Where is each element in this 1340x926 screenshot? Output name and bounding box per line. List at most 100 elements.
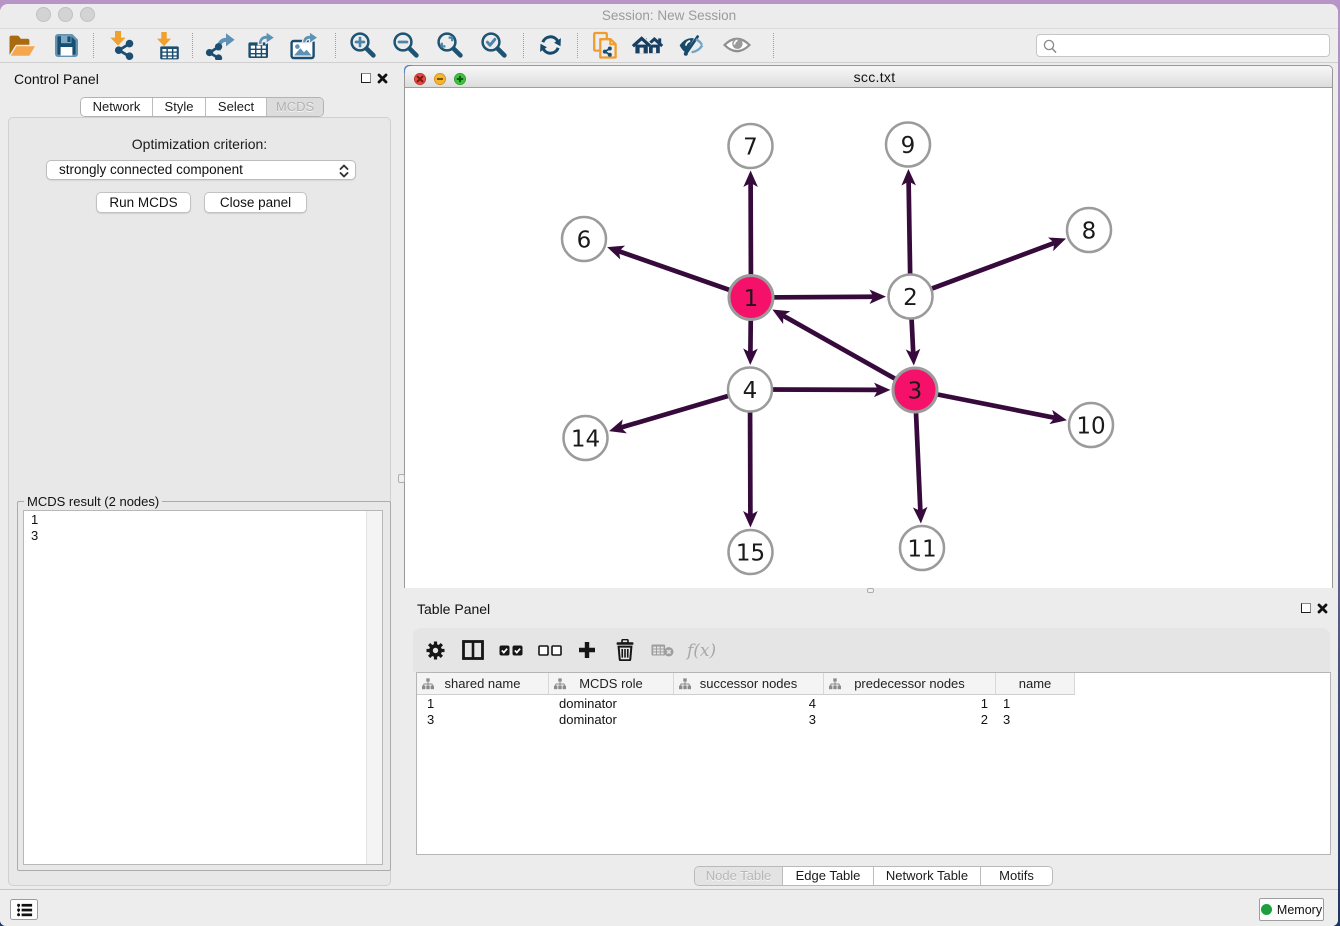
application-window: Session: New Session	[0, 4, 1338, 926]
function-builder-button: f(x)	[682, 628, 718, 672]
run-mcds-button[interactable]: Run MCDS	[96, 192, 191, 213]
delete-column-button[interactable]	[607, 628, 643, 672]
zoom-fit-icon	[436, 31, 464, 59]
graph-node-label-14: 14	[571, 426, 600, 452]
control-panel-close-icon[interactable]	[377, 73, 388, 84]
tab-node-table[interactable]: Node Table	[695, 867, 783, 885]
apply-layout-button[interactable]	[532, 29, 568, 61]
control-panel-float-icon[interactable]	[361, 73, 371, 83]
toolbar-separator	[577, 33, 578, 58]
optimization-criterion-label: Optimization criterion:	[9, 136, 390, 152]
graph-node-label-6: 6	[577, 227, 592, 253]
toolbar-separator	[773, 33, 774, 58]
add-column-button[interactable]	[569, 628, 605, 672]
select-all-columns-button[interactable]	[493, 628, 529, 672]
toolbar-separator	[93, 33, 94, 58]
table-panel: Table Panel f(x) shared name MCDS role	[404, 596, 1333, 889]
column-header-name[interactable]: name	[996, 673, 1075, 694]
mcds-result-textarea[interactable]: 1 3	[23, 510, 383, 865]
network-canvas[interactable]: 7968124314101511	[405, 88, 1332, 588]
status-bar: Memory	[0, 889, 1338, 926]
columns-icon	[462, 640, 484, 660]
hide-detail-button[interactable]	[673, 29, 709, 61]
network-window-titlebar: scc.txt	[405, 66, 1332, 88]
unselect-all-columns-button[interactable]	[532, 628, 568, 672]
graph-node-label-10: 10	[1076, 413, 1105, 439]
dropdown-value: strongly connected component	[59, 161, 243, 179]
control-panel-title: Control Panel	[14, 71, 99, 87]
import-network-icon	[108, 30, 136, 60]
close-panel-button[interactable]: Close panel	[204, 192, 307, 213]
export-image-button[interactable]	[286, 29, 322, 61]
table-panel-close-icon[interactable]	[1317, 603, 1328, 614]
zoom-fit-button[interactable]	[432, 29, 468, 61]
window-title: Session: New Session	[0, 4, 1338, 27]
zoom-out-button[interactable]	[388, 29, 424, 61]
network-view-window: scc.txt 7968124314101511	[404, 65, 1333, 588]
cell-shared-name: 3	[417, 712, 549, 728]
eye-slash-icon	[678, 34, 705, 57]
graph-node-label-11: 11	[907, 536, 936, 562]
graph-node-label-9: 9	[901, 133, 916, 159]
table-row-1[interactable]: 3dominator323	[417, 712, 1075, 728]
cell-shared-name: 1	[417, 696, 549, 712]
open-session-file-button[interactable]	[587, 29, 623, 61]
show-detail-button[interactable]	[719, 29, 755, 61]
tab-select[interactable]: Select	[206, 98, 267, 116]
column-label: shared name	[445, 676, 521, 691]
mcds-panel: Optimization criterion: strongly connect…	[8, 117, 391, 886]
import-table-button[interactable]	[148, 29, 184, 61]
column-header-successor-nodes[interactable]: successor nodes	[674, 673, 824, 694]
reset-home-button[interactable]	[630, 29, 666, 61]
graph-node-label-3: 3	[908, 378, 923, 404]
open-folder-icon	[7, 32, 37, 58]
column-header-shared-name[interactable]: shared name	[417, 673, 549, 694]
tab-network-table[interactable]: Network Table	[874, 867, 981, 885]
table-panel-float-icon[interactable]	[1301, 603, 1311, 613]
cell-successor-nodes: 4	[674, 696, 824, 712]
column-label: successor nodes	[700, 676, 798, 691]
dropdown-chevrons-icon	[339, 164, 349, 178]
result-scrollbar[interactable]	[366, 511, 382, 864]
zoom-selected-button[interactable]	[476, 29, 512, 61]
import-network-button[interactable]	[104, 29, 140, 61]
export-table-button[interactable]	[243, 29, 279, 61]
zoom-in-button[interactable]	[345, 29, 381, 61]
control-panel-tabs: NetworkStyleSelectMCDS	[80, 97, 324, 117]
export-network-icon	[205, 31, 235, 60]
node-table: shared name MCDS role successor nodes pr…	[416, 672, 1331, 855]
zoom-in-icon	[349, 31, 377, 59]
tab-edge-table[interactable]: Edge Table	[783, 867, 874, 885]
table-row-0[interactable]: 1dominator411	[417, 696, 1075, 712]
table-toolbar: f(x)	[413, 628, 1330, 672]
search-icon	[1043, 39, 1057, 54]
open-session-button[interactable]	[4, 29, 40, 61]
column-header-predecessor-nodes[interactable]: predecessor nodes	[824, 673, 996, 694]
cell-successor-nodes: 3	[674, 712, 824, 728]
mcds-result-values: 1 3	[31, 512, 38, 543]
graph-node-label-7: 7	[743, 134, 758, 160]
tab-mcds[interactable]: MCDS	[267, 98, 323, 116]
table-settings-button[interactable]	[417, 628, 453, 672]
memory-status-icon	[1261, 904, 1272, 915]
zoom-out-icon	[392, 31, 420, 59]
tab-style[interactable]: Style	[153, 98, 206, 116]
docs-share-icon	[592, 31, 619, 59]
column-label: predecessor nodes	[854, 676, 965, 691]
export-network-button[interactable]	[202, 29, 238, 61]
tab-network[interactable]: Network	[81, 98, 153, 116]
graph-node-label-2: 2	[903, 285, 918, 311]
tab-motifs[interactable]: Motifs	[981, 867, 1052, 885]
memory-button[interactable]: Memory	[1259, 898, 1324, 921]
column-header-MCDS-role[interactable]: MCDS role	[549, 673, 674, 694]
export-table-icon	[246, 31, 276, 60]
task-history-button[interactable]	[10, 899, 38, 920]
import-table-icon	[153, 31, 180, 60]
search-box[interactable]	[1036, 34, 1330, 57]
horizontal-splitter-grip[interactable]	[867, 588, 874, 593]
toggle-panel-columns-button[interactable]	[455, 628, 491, 672]
vertical-splitter-grip[interactable]	[398, 474, 405, 483]
save-session-button[interactable]	[48, 29, 84, 61]
optimization-criterion-dropdown[interactable]: strongly connected component	[46, 160, 356, 180]
search-input[interactable]	[1061, 36, 1321, 55]
